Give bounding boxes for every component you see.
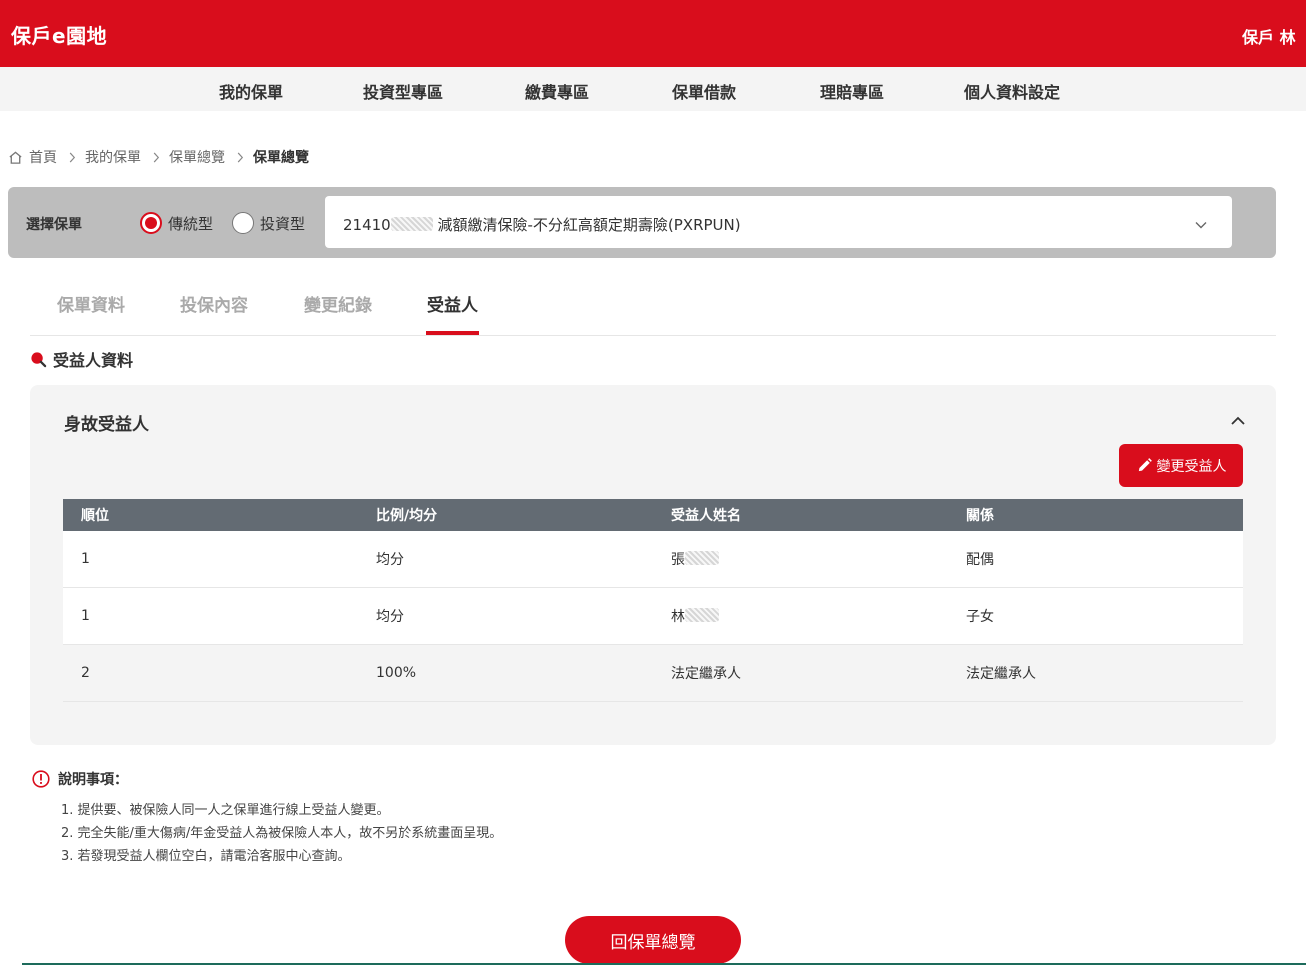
- brand-logo-text[interactable]: 保戶e園地: [11, 20, 107, 49]
- notes-section: 說明事項： 1. 提供要、被保險人同一人之保單進行線上受益人變更。 2. 完全失…: [32, 769, 502, 868]
- breadcrumb-home[interactable]: 首頁: [29, 147, 57, 167]
- cell-name: 張: [653, 549, 948, 569]
- chevron-down-icon[interactable]: [1194, 215, 1208, 234]
- cell-ratio: 均分: [376, 552, 404, 568]
- cell-ratio: 100%: [376, 665, 417, 681]
- tab-policy-info[interactable]: 保單資料: [57, 291, 125, 316]
- section-title: 受益人資料: [30, 347, 133, 371]
- policy-number: 21410: [343, 216, 391, 234]
- notes-title: 說明事項：: [32, 769, 502, 789]
- notes-list: 1. 提供要、被保險人同一人之保單進行線上受益人變更。 2. 完全失能/重大傷病…: [32, 799, 502, 868]
- search-dot-icon: [30, 351, 47, 368]
- pencil-icon: [1136, 457, 1153, 474]
- breadcrumb: 首頁 我的保單 保單總覽 保單總覽: [8, 147, 309, 167]
- nav-item-payment[interactable]: 繳費專區: [525, 79, 589, 103]
- policy-selector-panel: 選擇保單 傳統型 投資型 21410 減額繳清保險-不分紅高額定期壽險(PXRP…: [8, 187, 1276, 258]
- tab-coverage[interactable]: 投保內容: [180, 291, 248, 316]
- policy-dropdown[interactable]: 21410 減額繳清保險-不分紅高額定期壽險(PXRPUN): [325, 196, 1232, 248]
- cell-relation: 子女: [966, 609, 994, 625]
- radio-investment-circle[interactable]: [232, 212, 254, 234]
- nav-item-my-policy[interactable]: 我的保單: [219, 79, 283, 103]
- table-row: 2 100% 法定繼承人 法定繼承人: [63, 645, 1243, 702]
- cell-rank: 2: [81, 665, 90, 681]
- cell-name: 法定繼承人: [671, 666, 741, 682]
- beneficiary-name: 林: [671, 609, 685, 625]
- top-header: 保戶e園地 保戶 林: [0, 0, 1306, 67]
- cell-relation: 配偶: [966, 552, 994, 568]
- table-header: 順位 比例/均分 受益人姓名 關係: [63, 499, 1243, 531]
- breadcrumb-policy-overview[interactable]: 保單總覽: [169, 147, 225, 167]
- policy-tabs: 保單資料 投保內容 變更紀錄 受益人: [30, 278, 1276, 336]
- home-icon[interactable]: [8, 150, 23, 165]
- nav-item-profile-settings[interactable]: 個人資料設定: [964, 79, 1060, 103]
- table-row: 1 均分 林 子女: [63, 588, 1243, 645]
- beneficiary-table: 順位 比例/均分 受益人姓名 關係 1 均分 張 配偶 1 均分 林 子女 2 …: [63, 499, 1243, 702]
- death-beneficiary-card: 身故受益人 變更受益人 順位 比例/均分 受益人姓名 關係 1 均分 張 配偶 …: [30, 385, 1276, 745]
- notes-title-text: 說明事項：: [58, 772, 128, 788]
- cell-name: 林: [653, 606, 948, 626]
- radio-traditional-label: 傳統型: [168, 214, 214, 233]
- nav-item-investment[interactable]: 投資型專區: [363, 79, 443, 103]
- breadcrumb-my-policy[interactable]: 我的保單: [85, 147, 141, 167]
- beneficiary-name: 張: [671, 552, 685, 568]
- masked-name: [685, 551, 719, 565]
- chevron-right-icon: [68, 152, 76, 163]
- breadcrumb-current: 保單總覽: [253, 150, 309, 166]
- active-tab-indicator: [426, 331, 479, 335]
- chevron-right-icon: [152, 152, 160, 163]
- tab-change-history[interactable]: 變更紀錄: [304, 291, 372, 316]
- policy-name: 減額繳清保險-不分紅高額定期壽險(PXRPUN): [437, 216, 741, 234]
- change-beneficiary-label: 變更受益人: [1156, 457, 1227, 474]
- card-title: 身故受益人: [64, 415, 149, 435]
- cell-rank: 1: [81, 551, 90, 567]
- cell-relation: 法定繼承人: [966, 666, 1036, 682]
- tab-beneficiary[interactable]: 受益人: [427, 291, 478, 316]
- table-row: 1 均分 張 配偶: [63, 531, 1243, 588]
- nav-item-claims[interactable]: 理賠專區: [820, 79, 884, 103]
- note-item: 1. 提供要、被保險人同一人之保單進行線上受益人變更。: [61, 803, 390, 818]
- radio-investment[interactable]: 投資型: [232, 212, 305, 234]
- policy-dropdown-value: 21410 減額繳清保險-不分紅高額定期壽險(PXRPUN): [343, 214, 741, 235]
- col-ratio: 比例/均分: [376, 508, 438, 524]
- col-relation: 關係: [966, 508, 994, 524]
- radio-traditional[interactable]: 傳統型: [140, 212, 213, 234]
- radio-traditional-circle[interactable]: [140, 212, 162, 234]
- main-nav: 我的保單 投資型專區 繳費專區 保單借款 理賠專區 個人資料設定: [0, 67, 1306, 111]
- cell-rank: 1: [81, 608, 90, 624]
- policy-selector-label: 選擇保單: [26, 217, 82, 233]
- note-item: 3. 若發現受益人欄位空白，請電洽客服中心查詢。: [61, 849, 351, 864]
- cell-ratio: 均分: [376, 609, 404, 625]
- chevron-right-icon: [236, 152, 244, 163]
- section-title-text: 受益人資料: [53, 351, 134, 370]
- nav-item-policy-loan[interactable]: 保單借款: [672, 79, 736, 103]
- info-icon: [32, 770, 50, 788]
- radio-investment-label: 投資型: [260, 214, 306, 233]
- user-name[interactable]: 保戶 林: [1242, 24, 1306, 48]
- masked-name: [685, 608, 719, 622]
- col-rank: 順位: [81, 508, 109, 524]
- back-to-overview-button[interactable]: 回保單總覽: [565, 916, 741, 964]
- col-name: 受益人姓名: [671, 508, 741, 524]
- chevron-up-icon[interactable]: [1230, 411, 1246, 430]
- change-beneficiary-button[interactable]: 變更受益人: [1119, 444, 1243, 487]
- masked-policy-digits: [390, 217, 433, 231]
- note-item: 2. 完全失能/重大傷病/年金受益人為被保險人本人，故不另於系統畫面呈現。: [61, 826, 503, 841]
